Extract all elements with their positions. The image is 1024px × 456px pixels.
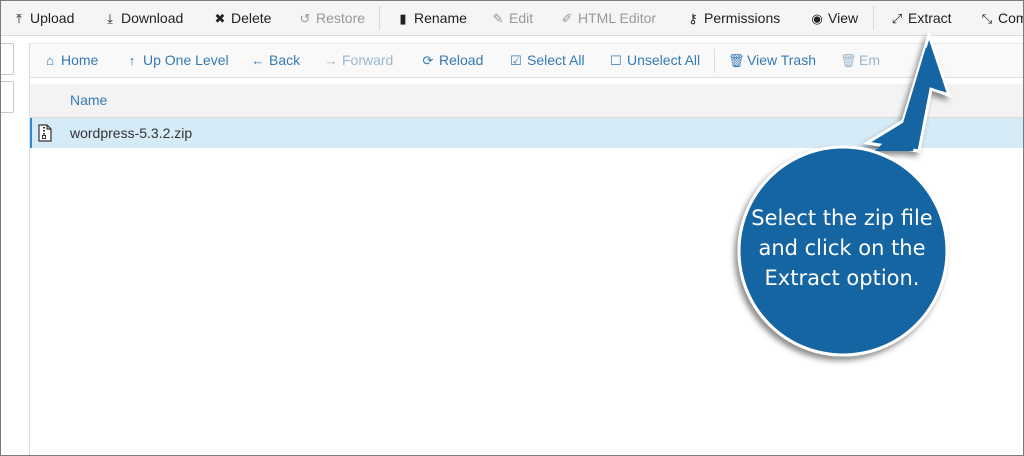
file-manager-window: ⤒ Upload ⤓ Download ✖ Delete ↺ Restore ▮ Rena… [0,0,1024,456]
callout-text: Select the zip file and click on the Ext… [751,206,933,290]
